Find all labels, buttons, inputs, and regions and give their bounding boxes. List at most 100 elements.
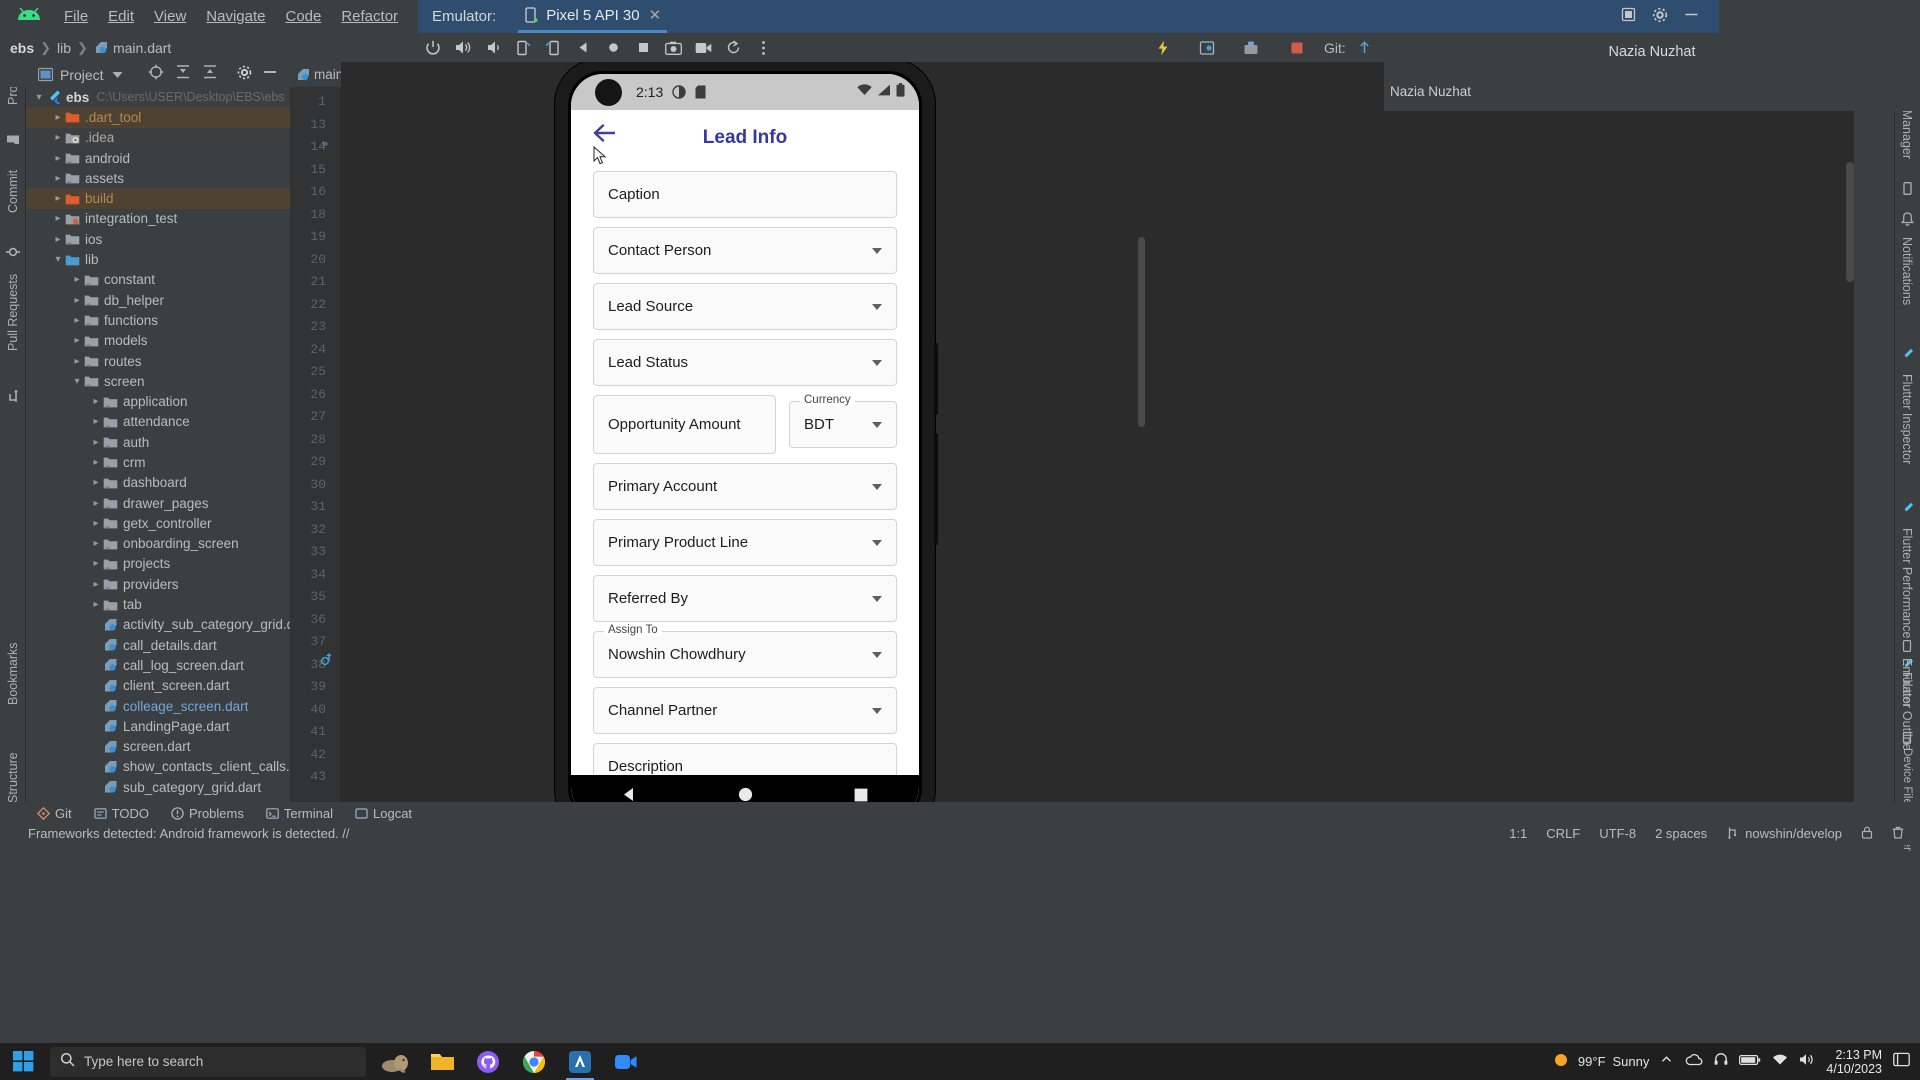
line-separator[interactable]: CRLF (1546, 826, 1580, 841)
github-desktop-icon[interactable] (468, 1043, 508, 1080)
tree-item-auth[interactable]: ▸ auth (26, 432, 290, 452)
primary-product-line-field[interactable]: Primary Product Line (593, 519, 897, 566)
expand-arrow-icon[interactable]: ▾ (32, 90, 46, 104)
tree-item-providers[interactable]: ▸ providers (26, 574, 290, 594)
menu-navigate[interactable]: Navigate (196, 5, 275, 28)
tree-item-screen[interactable]: ▾ screen (26, 371, 290, 391)
lead-status-field[interactable]: Lead Status (593, 339, 897, 386)
trash-icon[interactable] (1892, 826, 1904, 842)
chevron-down-icon[interactable] (872, 483, 882, 490)
overview-icon[interactable] (628, 33, 658, 62)
tree-item--dart-tool[interactable]: ▸ .dart_tool (26, 107, 290, 128)
more-icon[interactable] (748, 33, 778, 62)
tree-item-call-log-screen-dart[interactable]: call_log_screen.dart (26, 655, 290, 675)
rotate-screen-icon[interactable] (718, 33, 748, 62)
tree-item-android[interactable]: ▸ android (26, 148, 290, 168)
project-tree[interactable]: ▾ ebs C:\Users\USER\Desktop\EBS\ebs ▸ .da… (26, 87, 290, 802)
minimize-icon[interactable] (1684, 7, 1699, 26)
git-branch-label[interactable]: nowshin/develop (1745, 826, 1842, 841)
volume-down-icon[interactable] (478, 33, 508, 62)
tool-strip-notifications[interactable]: Notifications (1894, 237, 1920, 329)
tool-strip-commit[interactable]: Commit (0, 170, 26, 242)
scrollbar-thumb[interactable] (1138, 237, 1145, 427)
contact-person-field[interactable]: Contact Person (593, 227, 897, 274)
minimize-panel-icon[interactable] (263, 65, 277, 84)
run-marker-icon[interactable] (320, 653, 333, 669)
fold-marker-icon[interactable]: » (322, 138, 328, 150)
breadcrumb-folder[interactable]: lib (57, 40, 71, 56)
chevron-down-icon[interactable] (872, 421, 882, 428)
stop-icon[interactable] (1284, 35, 1310, 61)
tree-item-functions[interactable]: ▸ functions (26, 310, 290, 330)
emulator-tab[interactable]: Pixel 5 API 30 ✕ (518, 0, 668, 33)
channel-partner-field[interactable]: Channel Partner (593, 687, 897, 734)
caption-field[interactable]: Caption (593, 171, 897, 218)
wifi-icon[interactable] (1772, 1053, 1788, 1071)
tree-item-dashboard[interactable]: ▸ dashboard (26, 473, 290, 493)
tree-item-projects[interactable]: ▸ projects (26, 554, 290, 574)
expand-arrow-icon[interactable]: ▸ (70, 354, 84, 368)
collapse-arrow-icon[interactable]: ▾ (70, 374, 84, 388)
tree-item-assets[interactable]: ▸ assets (26, 168, 290, 188)
chevron-down-icon[interactable] (872, 707, 882, 714)
chevron-down-icon[interactable] (872, 539, 882, 546)
tree-item-show-contacts-client-calls-dar[interactable]: show_contacts_client_calls.dar (26, 757, 290, 777)
expand-arrow-icon[interactable]: ▸ (51, 232, 65, 246)
tree-item-getx-controller[interactable]: ▸ getx_controller (26, 513, 290, 533)
opportunity-amount-field[interactable]: Opportunity Amount (593, 395, 776, 454)
menu-view[interactable]: View (144, 5, 196, 28)
back-icon[interactable] (568, 33, 598, 62)
gear-icon[interactable] (237, 65, 252, 85)
bottom-tab-todo[interactable]: TODO (83, 806, 160, 821)
taskbar-search[interactable]: Type here to search (50, 1046, 366, 1077)
chevron-up-icon[interactable] (1660, 1053, 1673, 1071)
lead-source-field[interactable]: Lead Source (593, 283, 897, 330)
tool-strip-pull-requests[interactable]: Pull Requests (0, 274, 26, 386)
file-explorer-icon[interactable] (422, 1043, 462, 1080)
onedrive-icon[interactable] (1684, 1053, 1703, 1071)
expand-arrow-icon[interactable]: ▸ (89, 395, 103, 409)
expand-arrow-icon[interactable]: ▸ (89, 496, 103, 510)
bottom-tab-problems[interactable]: Problems (160, 806, 255, 821)
expand-arrow-icon[interactable]: ▸ (89, 435, 103, 449)
tree-item-models[interactable]: ▸ models (26, 331, 290, 351)
expand-arrow-icon[interactable]: ▸ (51, 110, 65, 124)
tree-item-drawer-pages[interactable]: ▸ drawer_pages (26, 493, 290, 513)
encoding[interactable]: UTF-8 (1599, 826, 1636, 841)
chrome-icon[interactable] (514, 1043, 554, 1080)
tool-strip-device-file-explorer[interactable]: Device File Explorer (1894, 748, 1920, 851)
task-view-icon[interactable] (376, 1043, 416, 1080)
hot-reload-icon[interactable] (1150, 35, 1176, 61)
caret-position[interactable]: 1:1 (1509, 826, 1527, 841)
user-notification-subtitle-row[interactable]: Nazia Nuzhat (1384, 71, 1920, 111)
expand-arrow-icon[interactable]: ▸ (89, 557, 103, 571)
expand-all-icon[interactable] (175, 64, 191, 85)
tree-item-attendance[interactable]: ▸ attendance (26, 412, 290, 432)
zoom-icon[interactable] (606, 1043, 646, 1080)
close-icon[interactable]: ✕ (649, 6, 662, 24)
expand-arrow-icon[interactable]: ▸ (89, 577, 103, 591)
chevron-down-icon[interactable] (872, 595, 882, 602)
expand-arrow-icon[interactable]: ▸ (51, 171, 65, 185)
tree-item-ios[interactable]: ▸ ios (26, 229, 290, 249)
tool-strip-bookmarks[interactable]: Bookmarks (0, 642, 26, 722)
open-devtools-icon[interactable] (1194, 35, 1220, 61)
tree-item-landingpage-dart[interactable]: LandingPage.dart (26, 716, 290, 736)
restore-icon[interactable] (1621, 7, 1636, 26)
project-panel-dropdown-icon[interactable] (112, 66, 123, 84)
chevron-down-icon[interactable] (872, 651, 882, 658)
expand-arrow-icon[interactable]: ▸ (89, 415, 103, 429)
tree-item--idea[interactable]: ▸ .idea (26, 128, 290, 148)
user-notification-popup[interactable]: Nazia Nuzhat (1384, 33, 1920, 71)
tree-item-call-details-dart[interactable]: call_details.dart (26, 635, 290, 655)
battery-icon[interactable] (1739, 1053, 1761, 1071)
device-volume-button[interactable] (934, 433, 938, 545)
tree-row-root[interactable]: ▾ ebs C:\Users\USER\Desktop\EBS\ebs (26, 87, 290, 107)
tree-item-db-helper[interactable]: ▸ db_helper (26, 290, 290, 310)
tree-item-lib[interactable]: ▾ lib (26, 249, 290, 269)
collapse-all-icon[interactable] (202, 64, 218, 85)
chevron-down-icon[interactable] (872, 359, 882, 366)
expand-arrow-icon[interactable]: ▸ (89, 598, 103, 612)
speaker-icon[interactable] (1799, 1053, 1815, 1071)
expand-arrow-icon[interactable]: ▸ (89, 537, 103, 551)
